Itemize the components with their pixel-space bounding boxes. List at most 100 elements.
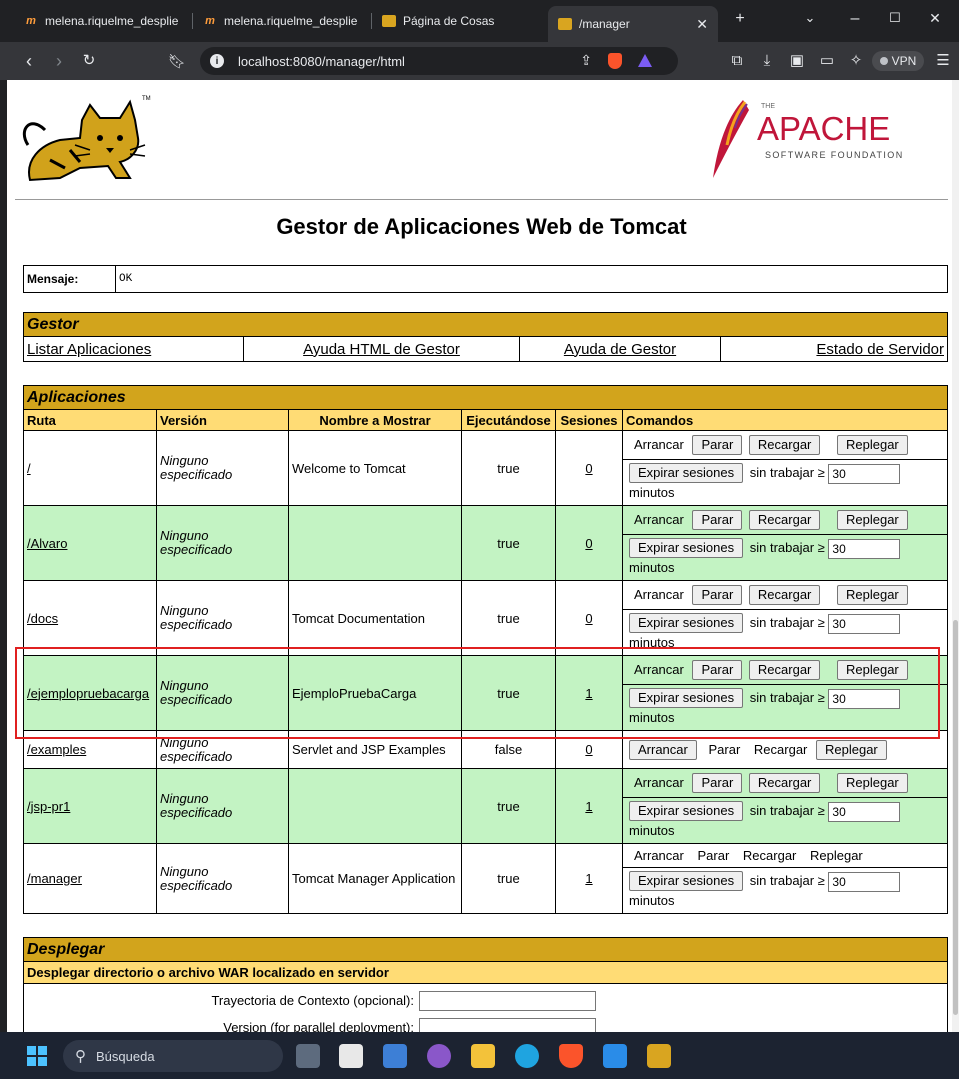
extensions-icon[interactable]: ⧉: [727, 52, 747, 70]
wallet-icon[interactable]: ▭: [817, 52, 837, 70]
brave-shields-icon[interactable]: [608, 53, 622, 69]
app-sessions-link[interactable]: 0: [585, 536, 592, 551]
undeploy-button[interactable]: Replegar: [837, 435, 908, 455]
undeploy-button[interactable]: Replegar: [837, 660, 908, 680]
chevron-down-icon[interactable]: ⌄: [800, 10, 820, 26]
notepad-icon[interactable]: [383, 1044, 407, 1068]
context-path-input[interactable]: [419, 991, 596, 1011]
reload-button[interactable]: Recargar: [748, 773, 821, 793]
browser-tab-active[interactable]: /manager ✕: [548, 6, 718, 42]
moodle-icon: m: [26, 15, 36, 27]
link-html-manager-help[interactable]: Ayuda HTML de Gestor: [303, 341, 460, 358]
expire-sessions-button[interactable]: Expirar sesiones: [629, 801, 744, 822]
reload-button[interactable]: Recargar: [748, 435, 821, 455]
taskbar-search[interactable]: ⚲ Búsqueda: [63, 1040, 283, 1072]
app-running: true: [461, 505, 556, 581]
download-icon[interactable]: ⤓: [757, 52, 777, 70]
app-path-link[interactable]: /manager: [27, 871, 82, 886]
store-icon[interactable]: [339, 1044, 363, 1068]
browser-tab-3[interactable]: Página de Cosas: [372, 6, 542, 36]
minimize-icon[interactable]: –: [845, 10, 865, 28]
app-sessions-link[interactable]: 1: [585, 686, 592, 701]
app-path-link[interactable]: /ejemplopruebacarga: [27, 686, 149, 701]
address-bar[interactable]: i localhost:8080/manager/html ⇪: [200, 47, 678, 75]
tomcat-icon: [382, 15, 396, 27]
expire-sessions-button[interactable]: Expirar sesiones: [629, 463, 744, 484]
idle-minutes-input[interactable]: 30: [828, 463, 901, 484]
browser-tab-1[interactable]: m melena.riquelme_desplie: [14, 6, 192, 36]
app-sessions-link[interactable]: 0: [585, 461, 592, 476]
windows-start-icon[interactable]: [27, 1046, 47, 1066]
app-running: true: [461, 430, 556, 506]
link-server-status[interactable]: Estado de Servidor: [816, 341, 944, 358]
undeploy-button[interactable]: Replegar: [837, 510, 908, 530]
reload-button[interactable]: Recargar: [748, 660, 821, 680]
site-info-icon[interactable]: i: [210, 54, 224, 68]
header-running: Ejecutándose: [461, 409, 556, 431]
app-path-link[interactable]: /jsp-pr1: [27, 799, 70, 814]
idle-minutes-input[interactable]: 30: [828, 801, 901, 822]
start-label: Arrancar: [634, 848, 684, 863]
undeploy-button[interactable]: Replegar: [837, 773, 908, 793]
sidebar-icon[interactable]: ▣: [787, 52, 807, 70]
vpn-button[interactable]: VPN: [872, 51, 924, 71]
vscode-icon[interactable]: [603, 1044, 627, 1068]
start-button[interactable]: Arrancar: [629, 739, 697, 760]
app-path-link[interactable]: /: [27, 461, 31, 476]
maximize-icon[interactable]: ☐: [885, 10, 905, 26]
app-sessions-link[interactable]: 0: [585, 611, 592, 626]
browser-tab-2[interactable]: m melena.riquelme_desplie: [193, 6, 371, 36]
vpn-status-icon: [879, 57, 888, 65]
github-icon[interactable]: [427, 1044, 451, 1068]
app-sessions-link[interactable]: 1: [585, 799, 592, 814]
version-input[interactable]: [419, 1018, 596, 1032]
header-commands: Comandos: [622, 409, 948, 431]
file-explorer-icon[interactable]: [471, 1044, 495, 1068]
app-path-link[interactable]: /Alvaro: [27, 536, 67, 551]
expire-sessions-button[interactable]: Expirar sesiones: [629, 871, 744, 892]
undeploy-button[interactable]: Replegar: [816, 739, 887, 760]
bookmark-icon[interactable]: 🔖︎: [166, 50, 188, 72]
undeploy-button[interactable]: Replegar: [837, 585, 908, 605]
brave-rewards-icon[interactable]: [638, 54, 652, 67]
reload-button[interactable]: Recargar: [748, 585, 821, 605]
reload-icon[interactable]: ↻: [78, 50, 100, 72]
tomcat-icon[interactable]: [647, 1044, 671, 1068]
stop-button[interactable]: Parar: [692, 435, 743, 455]
app-sessions-link[interactable]: 1: [585, 871, 592, 886]
menu-icon[interactable]: ☰: [933, 52, 953, 70]
applications-title: Aplicaciones: [23, 385, 948, 410]
expire-sessions-button[interactable]: Expirar sesiones: [629, 613, 744, 634]
stop-button[interactable]: Parar: [692, 585, 743, 605]
scrollbar-thumb[interactable]: [953, 620, 958, 1015]
idle-minutes-input[interactable]: 30: [828, 688, 901, 709]
link-manager-help[interactable]: Ayuda de Gestor: [564, 341, 676, 358]
stop-button[interactable]: Parar: [692, 660, 743, 680]
share-icon[interactable]: ⇪: [580, 52, 592, 69]
brave-icon[interactable]: [559, 1044, 583, 1068]
edge-icon[interactable]: [515, 1044, 539, 1068]
idle-minutes-input[interactable]: 30: [828, 871, 901, 892]
new-tab-icon[interactable]: +: [730, 10, 750, 28]
back-icon[interactable]: ‹: [18, 50, 40, 72]
app-sessions-link[interactable]: 0: [585, 742, 592, 757]
expire-sessions-button[interactable]: Expirar sesiones: [629, 538, 744, 559]
link-list-applications[interactable]: Listar Aplicaciones: [27, 341, 151, 358]
app-path-link[interactable]: /examples: [27, 742, 86, 757]
page-scrollbar[interactable]: [952, 80, 959, 1032]
reload-button[interactable]: Recargar: [748, 510, 821, 530]
stop-button[interactable]: Parar: [692, 510, 743, 530]
leo-ai-icon[interactable]: ✧: [846, 52, 866, 70]
close-window-icon[interactable]: ✕: [925, 10, 945, 27]
close-tab-icon[interactable]: ✕: [696, 16, 708, 33]
minutes-label: minutos: [629, 892, 675, 908]
app-running: true: [461, 768, 556, 844]
gestor-table: Gestor Listar Aplicaciones Ayuda HTML de…: [23, 312, 948, 362]
task-view-icon[interactable]: [296, 1044, 320, 1068]
stop-button[interactable]: Parar: [692, 773, 743, 793]
expire-sessions-button[interactable]: Expirar sesiones: [629, 688, 744, 709]
idle-minutes-input[interactable]: 30: [828, 613, 901, 634]
forward-icon[interactable]: ›: [48, 50, 70, 72]
idle-minutes-input[interactable]: 30: [828, 538, 901, 559]
app-path-link[interactable]: /docs: [27, 611, 58, 626]
